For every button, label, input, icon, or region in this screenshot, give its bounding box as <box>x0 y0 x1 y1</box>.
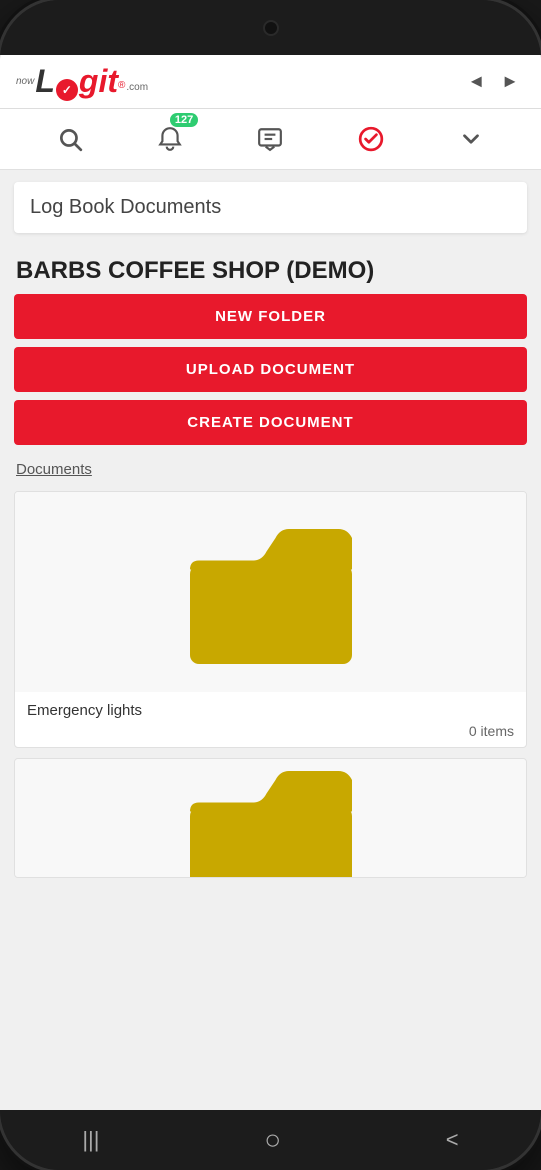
page-title: Log Book Documents <box>30 196 221 218</box>
logo-check-icon <box>56 79 78 101</box>
notifications-button[interactable]: 127 <box>150 119 190 159</box>
folder-grid: Emergency lights 0 items <box>0 491 541 878</box>
header-nav: ◄ ► <box>461 67 525 96</box>
folder-icon <box>181 517 361 667</box>
dropdown-button[interactable] <box>451 119 491 159</box>
phone-frame: now L git ® .com ◄ ► <box>0 0 541 1170</box>
logo-ogit: git <box>79 63 118 100</box>
logo-registered: ® <box>118 80 125 91</box>
bottom-nav: ||| ○ < <box>0 1110 541 1170</box>
new-folder-button[interactable]: NEW FOLDER <box>14 294 527 339</box>
nav-back-button[interactable]: ◄ <box>461 67 491 96</box>
documents-section: Documents <box>0 457 541 491</box>
folder-icon-area-2 <box>15 759 526 878</box>
logo-area: now L git ® .com <box>16 63 148 100</box>
folder-info: Emergency lights 0 items <box>15 692 526 747</box>
upload-document-button[interactable]: UPLOAD DOCUMENT <box>14 347 527 392</box>
folder-card[interactable]: Emergency lights 0 items <box>14 491 527 748</box>
bell-icon <box>157 126 183 152</box>
page-title-card: Log Book Documents <box>14 182 527 233</box>
chat-icon <box>257 126 283 152</box>
action-buttons: NEW FOLDER UPLOAD DOCUMENT CREATE DOCUME… <box>0 294 541 445</box>
logo-now: now <box>16 76 34 87</box>
camera-notch <box>263 20 279 36</box>
logit-logo: now L git ® .com <box>16 63 148 100</box>
search-icon <box>57 126 83 152</box>
menu-button[interactable]: ||| <box>82 1127 99 1153</box>
phone-top <box>0 0 541 55</box>
folder-card[interactable] <box>14 758 527 878</box>
screen: now L git ® .com ◄ ► <box>0 55 541 1110</box>
nav-forward-button[interactable]: ► <box>495 67 525 96</box>
notifications-badge: 127 <box>170 113 198 127</box>
company-name: BARBS COFFEE SHOP (DEMO) <box>0 245 541 294</box>
profile-check-icon <box>358 126 384 152</box>
search-button[interactable] <box>50 119 90 159</box>
folder-icon-2 <box>181 759 361 878</box>
content-area[interactable]: Log Book Documents BARBS COFFEE SHOP (DE… <box>0 170 541 1110</box>
icon-bar: 127 <box>0 109 541 170</box>
folder-icon-area <box>15 492 526 692</box>
logo-l-letter: L <box>35 63 55 100</box>
folder-count: 0 items <box>27 723 514 739</box>
profile-button[interactable] <box>351 119 391 159</box>
documents-link[interactable]: Documents <box>16 461 92 478</box>
home-button[interactable]: ○ <box>264 1124 281 1156</box>
messages-button[interactable] <box>250 119 290 159</box>
create-document-button[interactable]: CREATE DOCUMENT <box>14 400 527 445</box>
logo-dotcom: .com <box>126 82 148 93</box>
back-button[interactable]: < <box>446 1127 459 1153</box>
header: now L git ® .com ◄ ► <box>0 55 541 109</box>
chevron-down-icon <box>458 126 484 152</box>
folder-name: Emergency lights <box>27 702 514 719</box>
